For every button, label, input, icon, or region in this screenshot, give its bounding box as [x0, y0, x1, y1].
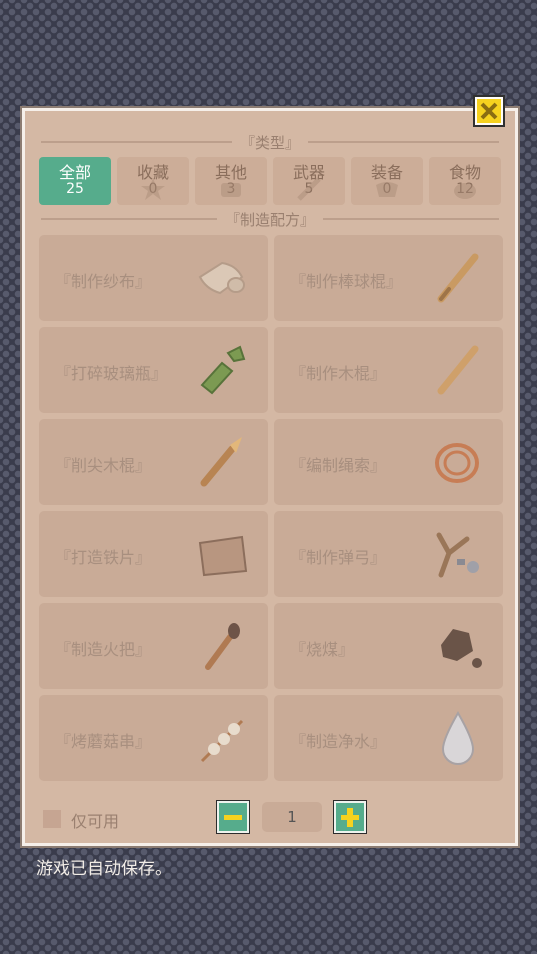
divider-line — [308, 141, 500, 143]
crafting-panel: 『类型』 全部 25 收藏 0 其他 3 武器 5 装备 0 食 — [22, 108, 518, 846]
recipe-card-iron-sheet[interactable]: 『打造铁片』 — [39, 511, 268, 597]
recipe-card-broken-bottle[interactable]: 『打碎玻璃瓶』 — [39, 327, 268, 413]
recipe-grid: 『制作纱布』 『制作棒球棍』 『打碎玻璃瓶』 『制作木棍』 『削尖木棍』 『编制… — [39, 235, 503, 781]
recipe-name: 『制造火把』 — [55, 640, 152, 659]
decrease-quantity-button[interactable] — [217, 801, 249, 833]
only-available-checkbox[interactable] — [43, 810, 61, 828]
tab-weapons[interactable]: 武器 5 — [273, 157, 345, 205]
broken-bottle-icon — [200, 345, 246, 395]
water-drop-icon — [441, 710, 475, 765]
recipe-card-gauze[interactable]: 『制作纱布』 — [39, 235, 268, 321]
recipe-card-baseball-bat[interactable]: 『制作棒球棍』 — [274, 235, 503, 321]
close-button[interactable] — [473, 95, 505, 127]
recipe-name: 『烤蘑菇串』 — [55, 732, 152, 751]
recipe-name: 『制作纱布』 — [55, 272, 152, 291]
recipe-card-clean-water[interactable]: 『制造净水』 — [274, 695, 503, 781]
recipe-name: 『制造净水』 — [290, 732, 387, 751]
recipe-card-rope[interactable]: 『编制绳索』 — [274, 419, 503, 505]
category-tabs: 全部 25 收藏 0 其他 3 武器 5 装备 0 食物 12 — [39, 157, 501, 205]
recipe-name: 『制作棒球棍』 — [290, 272, 403, 291]
tab-label: 全部 — [58, 163, 91, 182]
plus-icon-vertical — [347, 808, 353, 827]
mushroom-skewer-icon — [200, 719, 244, 763]
armor-icon — [376, 182, 398, 197]
recipe-card-coal[interactable]: 『烧煤』 — [274, 603, 503, 689]
divider-line — [41, 141, 232, 143]
misc-icon — [221, 183, 241, 197]
gauze-icon — [198, 261, 245, 295]
tab-food[interactable]: 食物 12 — [429, 157, 501, 205]
wooden-stick-icon — [437, 345, 479, 395]
recipe-name: 『制作木棍』 — [290, 364, 387, 383]
tab-count: 25 — [66, 181, 84, 197]
recipe-card-wooden-stick[interactable]: 『制作木棍』 — [274, 327, 503, 413]
iron-sheet-icon — [198, 535, 248, 577]
close-icon — [477, 99, 501, 123]
sharpened-stick-icon — [200, 437, 242, 487]
rope-icon — [435, 443, 479, 483]
tab-misc[interactable]: 其他 3 — [195, 157, 267, 205]
tab-equipment[interactable]: 装备 0 — [351, 157, 423, 205]
craft-footer: 仅可用 1 — [43, 801, 499, 835]
recipe-divider: 『制造配方』 — [41, 210, 500, 229]
autosave-status: 游戏已自动保存。 — [36, 859, 172, 879]
coal-icon — [441, 629, 482, 668]
recipe-name: 『削尖木棍』 — [55, 456, 152, 475]
recipe-name: 『打碎玻璃瓶』 — [55, 364, 168, 383]
recipe-name: 『制作弹弓』 — [290, 548, 387, 567]
tab-all[interactable]: 全部 25 — [39, 157, 111, 205]
torch-icon — [205, 623, 240, 670]
recipe-card-mushroom-skewer[interactable]: 『烤蘑菇串』 — [39, 695, 268, 781]
recipe-name: 『烧煤』 — [290, 640, 355, 659]
food-icon — [454, 183, 476, 199]
minus-icon — [224, 815, 242, 820]
divider-line — [323, 218, 500, 220]
only-available-label: 仅可用 — [71, 812, 120, 831]
recipe-card-torch[interactable]: 『制造火把』 — [39, 603, 268, 689]
tab-favorites[interactable]: 收藏 0 — [117, 157, 189, 205]
recipe-name: 『编制绳索』 — [290, 456, 387, 475]
slingshot-icon — [436, 532, 479, 578]
increase-quantity-button[interactable] — [334, 801, 366, 833]
recipe-name: 『打造铁片』 — [55, 548, 152, 567]
type-divider: 『类型』 — [41, 133, 500, 152]
recipe-card-sharpened-stick[interactable]: 『削尖木棍』 — [39, 419, 268, 505]
recipe-header: 『制造配方』 — [225, 210, 316, 229]
baseball-bat-icon — [437, 253, 479, 303]
quantity-field[interactable]: 1 — [262, 802, 322, 832]
recipe-card-slingshot[interactable]: 『制作弹弓』 — [274, 511, 503, 597]
star-icon — [141, 178, 165, 200]
weapon-icon — [297, 177, 321, 201]
type-header: 『类型』 — [240, 133, 301, 152]
divider-line — [41, 218, 217, 220]
